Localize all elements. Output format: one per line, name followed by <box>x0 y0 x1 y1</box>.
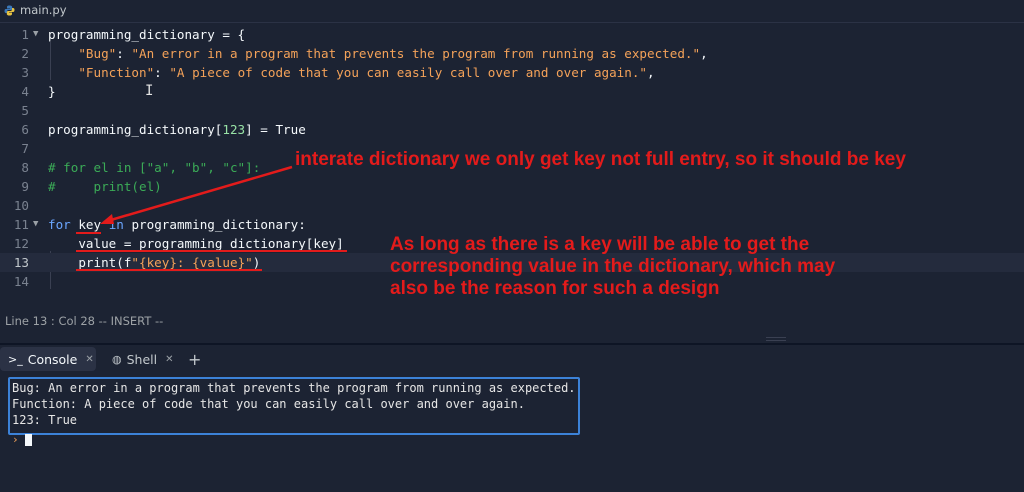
line-number: 13 <box>13 255 29 270</box>
annotation-line: also be the reason for such a design <box>390 278 720 299</box>
file-tab-label[interactable]: main.py <box>20 3 67 17</box>
line-text: programming_dictionary = { <box>48 27 246 42</box>
code-token: programming_dictionary: <box>131 217 306 232</box>
line-number: 9 <box>21 179 29 194</box>
panel-tabs: >_ Console ✕ ◍ Shell ✕ + <box>0 345 1024 373</box>
code-token: ] = True <box>245 122 306 137</box>
fold-arrow-icon[interactable]: ▼ <box>33 215 38 234</box>
line-text: programming_dictionary[123] = True <box>48 120 306 139</box>
line-number: 8 <box>21 160 29 175</box>
fold-arrow-icon[interactable]: ▼ <box>33 25 38 44</box>
tab-shell[interactable]: ◍ Shell ✕ <box>104 347 176 371</box>
comment-text: # for el in ["a", "b", "c"]: <box>48 160 261 175</box>
annotation-note: interate dictionary we only get key not … <box>295 149 906 170</box>
code-line[interactable]: 4 } <box>0 82 1024 101</box>
line-text: "Bug": "An error in a program that preve… <box>78 46 708 61</box>
bottom-panel: >_ Console ✕ ◍ Shell ✕ + Bug: An error i… <box>0 343 1024 492</box>
editor-status-bar: Line 13 : Col 28 -- INSERT -- <box>0 309 1024 333</box>
annotation-explanation: As long as there is a key will be able t… <box>390 234 950 300</box>
python-icon <box>4 5 15 16</box>
dict-value: "A piece of code that you can easily cal… <box>169 65 648 80</box>
code-line[interactable]: 10 <box>0 196 1024 215</box>
line-number: 10 <box>13 198 29 213</box>
annotation-line: As long as there is a key will be able t… <box>390 234 810 255</box>
line-number: 4 <box>21 84 29 99</box>
resize-handle[interactable] <box>766 337 786 341</box>
comment-text: # print(el) <box>48 179 162 194</box>
text-cursor-icon: I <box>145 83 154 99</box>
line-number: 6 <box>21 122 29 137</box>
code-token: programming_dictionary[ <box>48 122 223 137</box>
line-text: for key in programming_dictionary: <box>48 215 306 234</box>
code-line[interactable]: 1 ▼ programming_dictionary = { <box>0 25 1024 44</box>
line-number: 5 <box>21 103 29 118</box>
keyword: for <box>48 217 71 232</box>
dict-value: "An error in a program that prevents the… <box>131 46 701 61</box>
code-line[interactable]: 2 "Bug": "An error in a program that pre… <box>0 44 1024 63</box>
line-number: 2 <box>21 46 29 61</box>
annotation-line: corresponding value in the dictionary, w… <box>390 256 836 277</box>
line-text: value = programming_dictionary[key] <box>48 234 344 253</box>
cursor-position: Line 13 : Col 28 -- INSERT -- <box>5 314 164 328</box>
terminal-icon: >_ <box>8 352 23 366</box>
line-number: 3 <box>21 65 29 80</box>
line-text: print(f"{key}: {value}") <box>48 253 260 272</box>
dict-key: "Bug" <box>78 46 117 61</box>
code-line[interactable]: 9 # print(el) <box>0 177 1024 196</box>
line-text: "Function": "A piece of code that you ca… <box>78 65 655 80</box>
line-number: 11 <box>13 217 29 232</box>
output-line: Function: A piece of code that you can e… <box>12 397 525 411</box>
code-token: value = programming_dictionary[key] <box>78 236 344 251</box>
tab-label: Shell <box>126 351 158 367</box>
code-line[interactable]: 6 programming_dictionary[123] = True <box>0 120 1024 139</box>
line-number: 1 <box>21 27 29 42</box>
code-line[interactable]: 11 ▼ for key in programming_dictionary: <box>0 215 1024 234</box>
close-icon[interactable]: ✕ <box>165 354 173 365</box>
tab-label: Console <box>27 351 78 367</box>
console-output[interactable]: Bug: An error in a program that prevents… <box>0 373 1024 492</box>
shell-icon: ◍ <box>112 352 122 366</box>
close-icon[interactable]: ✕ <box>85 354 93 365</box>
code-token: ) <box>252 255 261 270</box>
dict-key: "Function" <box>78 65 155 80</box>
line-text: } <box>48 84 56 99</box>
output-line: Bug: An error in a program that prevents… <box>12 381 576 395</box>
file-tab-bar: main.py <box>0 0 1024 23</box>
f-string: "{key}: {value}" <box>131 255 253 270</box>
code-token: print(f <box>78 255 132 270</box>
add-tab-button[interactable]: + <box>188 350 201 369</box>
line-number: 12 <box>13 236 29 251</box>
console-caret[interactable] <box>25 434 32 446</box>
prompt-icon: › <box>12 433 19 446</box>
output-line: 123: True <box>12 413 78 427</box>
line-number: 7 <box>21 141 29 156</box>
code-line[interactable]: 5 <box>0 101 1024 120</box>
keyword: in <box>108 217 124 232</box>
loop-variable: key <box>78 217 102 232</box>
tab-console[interactable]: >_ Console ✕ <box>0 347 96 371</box>
number-literal: 123 <box>222 122 246 137</box>
line-number: 14 <box>13 274 29 289</box>
code-line[interactable]: 3 "Function": "A piece of code that you … <box>0 63 1024 82</box>
